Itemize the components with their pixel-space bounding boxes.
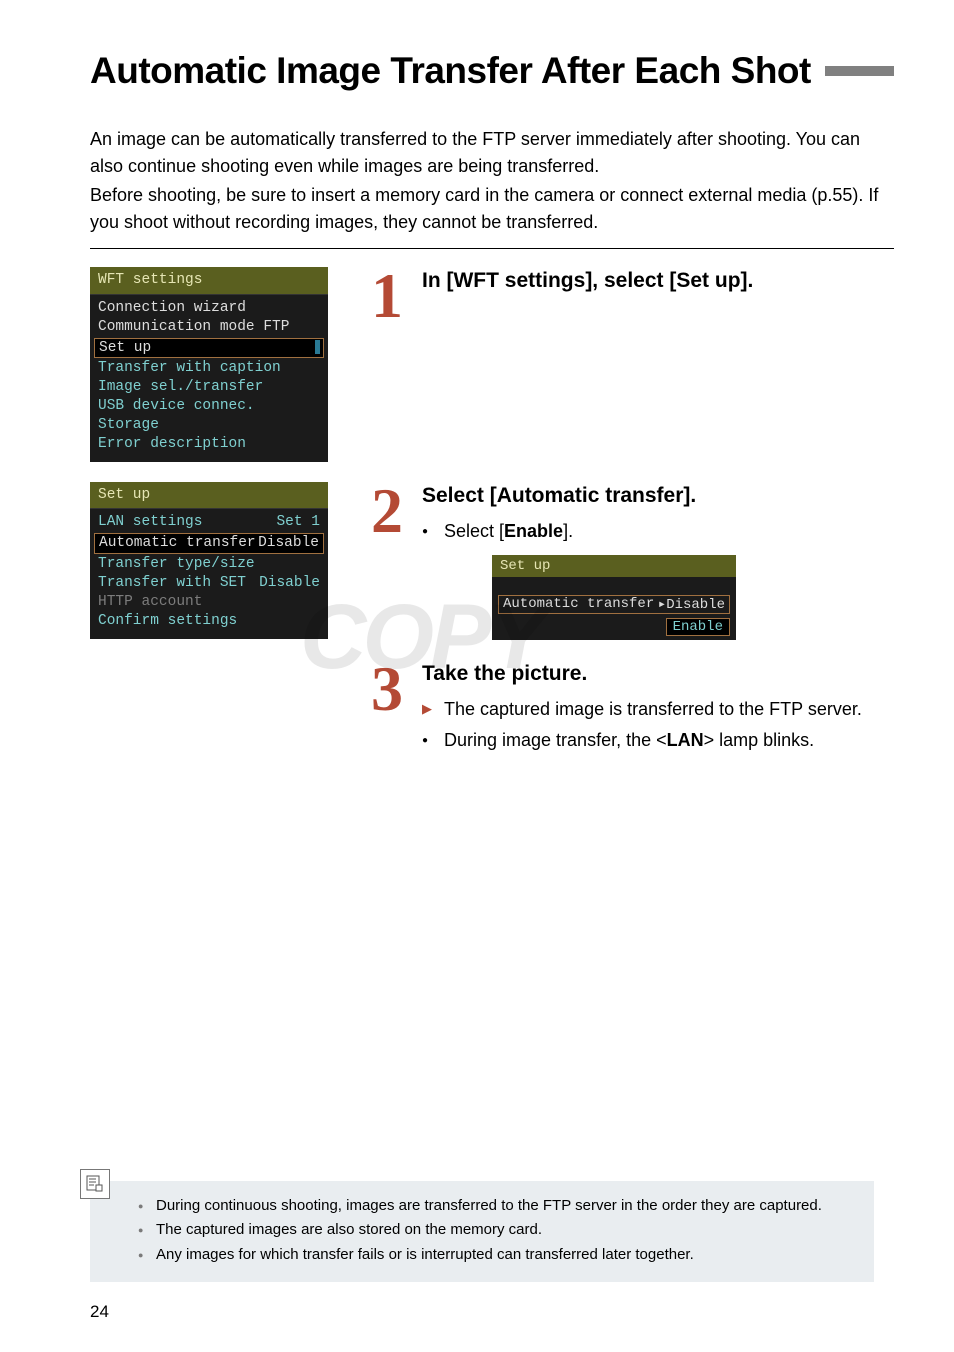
menu-item: Transfer with SET Disable (98, 574, 320, 593)
step-1-heading: In [WFT settings], select [Set up]. (422, 269, 894, 293)
step-number-1: 1 (352, 267, 422, 325)
page-number: 24 (90, 1302, 109, 1322)
step-3-result: The captured image is transferred to the… (422, 696, 894, 723)
menu-item: Connection wizard (98, 299, 320, 318)
note-item: Any images for which transfer fails or i… (138, 1244, 856, 1267)
note-box: During continuous shooting, images are t… (90, 1181, 874, 1283)
page-title: Automatic Image Transfer After Each Shot (90, 50, 811, 92)
step-2-heading: Select [Automatic transfer]. (422, 484, 894, 508)
note-item: The captured images are also stored on t… (138, 1219, 856, 1242)
option-selected: Enable (666, 618, 730, 636)
option-row: Automatic transfer ▸Disable (498, 595, 730, 614)
text: Select [ (444, 521, 504, 541)
title-rule (825, 66, 894, 76)
menu-value: Set 1 (276, 513, 320, 532)
menu-label: HTTP account (98, 593, 202, 612)
intro-p2: Before shooting, be sure to insert a mem… (90, 182, 894, 236)
intro-p1: An image can be automatically transferre… (90, 126, 894, 180)
text-bold: LAN (667, 730, 704, 750)
screen-header: Set up (492, 555, 736, 577)
scroll-marker-icon (315, 340, 320, 354)
step-2-bullet: Select [Enable]. (422, 518, 894, 545)
step-2: Set up LAN settings Set 1 Automatic tran… (90, 482, 894, 640)
menu-item: Transfer with caption (98, 359, 320, 378)
text: ]. (563, 521, 573, 541)
menu-label: Transfer type/size (98, 555, 255, 574)
step-1: WFT settings Connection wizard Communica… (90, 267, 894, 462)
text: > lamp blinks. (704, 730, 815, 750)
text-bold: Enable (504, 521, 563, 541)
menu-label: Transfer with SET (98, 574, 246, 593)
menu-item: Transfer type/size (98, 555, 320, 574)
step-number-3: 3 (352, 660, 422, 718)
automatic-transfer-popup: Set up Automatic transfer ▸Disable Enabl… (492, 555, 736, 640)
note-item: During continuous shooting, images are t… (138, 1195, 856, 1218)
menu-item-disabled: HTTP account (98, 593, 320, 612)
note-icon (80, 1169, 110, 1199)
menu-label: LAN settings (98, 513, 202, 532)
menu-item: Error description (98, 435, 320, 454)
option-label: Automatic transfer (503, 596, 654, 613)
setup-screen: Set up LAN settings Set 1 Automatic tran… (90, 482, 328, 639)
menu-item: LAN settings Set 1 (98, 513, 320, 532)
step-number-2: 2 (352, 482, 422, 540)
step-3: 3 Take the picture. The captured image i… (90, 660, 894, 758)
menu-label: Automatic transfer (99, 534, 256, 553)
text: During image transfer, the < (444, 730, 667, 750)
menu-item: Confirm settings (98, 612, 320, 631)
menu-item: USB device connec. Storage (98, 397, 320, 435)
menu-item-selected: Set up (94, 338, 324, 359)
menu-value: Disable (259, 574, 320, 593)
menu-item: Image sel./transfer (98, 378, 320, 397)
step-3-heading: Take the picture. (422, 662, 894, 686)
menu-label: Confirm settings (98, 612, 237, 631)
wft-settings-screen: WFT settings Connection wizard Communica… (90, 267, 328, 462)
menu-item: Communication mode FTP (98, 318, 320, 337)
menu-value: Disable (258, 534, 319, 553)
screen-header: WFT settings (90, 267, 328, 295)
screen-header: Set up (90, 482, 328, 510)
option-value: ▸Disable (658, 596, 725, 613)
menu-item-selected: Automatic transfer Disable (94, 533, 324, 554)
step-3-note: During image transfer, the <LAN> lamp bl… (422, 727, 894, 754)
rule (90, 248, 894, 249)
intro-block: An image can be automatically transferre… (90, 126, 894, 236)
